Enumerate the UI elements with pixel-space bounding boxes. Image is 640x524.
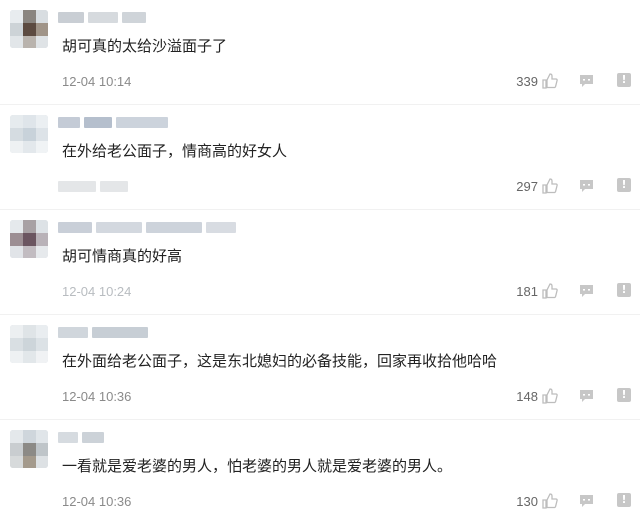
like-count: 148 (516, 389, 538, 404)
comment-item: 胡可真的太给沙溢面子了 12-04 10:14 339 ! (0, 0, 640, 104)
avatar[interactable] (10, 430, 48, 468)
comment-item: 胡可情商真的好高 12-04 10:24 181 ! (0, 210, 640, 314)
comment-text: 一看就是爱老婆的男人，怕老婆的男人就是爱老婆的男人。 (62, 457, 453, 475)
comment-time: 12-04 10:14 (62, 74, 132, 89)
report-icon[interactable]: ! (617, 73, 631, 87)
comment-item: 在外面给老公面子，这是东北媳妇的必备技能，回家再收拾他哈哈 12-04 10:3… (0, 315, 640, 419)
like-count: 297 (516, 179, 538, 194)
username-blurred[interactable] (58, 432, 104, 444)
username-blurred[interactable] (58, 117, 168, 129)
comment-item: 一看就是爱老婆的男人，怕老婆的男人就是爱老婆的男人。 12-04 10:36 1… (0, 420, 640, 524)
reply-icon[interactable] (579, 179, 594, 193)
comment-time-blurred (58, 181, 128, 192)
thumb-up-icon[interactable] (542, 283, 558, 299)
reply-icon[interactable] (579, 74, 594, 88)
avatar[interactable] (10, 10, 48, 48)
username-blurred[interactable] (58, 327, 148, 339)
thumb-up-icon[interactable] (542, 388, 558, 404)
reply-icon[interactable] (579, 284, 594, 298)
comment-text: 胡可情商真的好高 (62, 247, 183, 265)
thumb-up-icon[interactable] (542, 178, 558, 194)
thumb-up-icon[interactable] (542, 493, 558, 509)
reply-icon[interactable] (579, 389, 594, 403)
report-icon[interactable]: ! (617, 388, 631, 402)
like-count: 181 (516, 284, 538, 299)
like-count: 130 (516, 494, 538, 509)
username-blurred[interactable] (58, 222, 236, 234)
reply-icon[interactable] (579, 494, 594, 508)
report-icon[interactable]: ! (617, 178, 631, 192)
comment-time: 12-04 10:24 (62, 284, 132, 299)
comment-item: 在外给老公面子，情商高的好女人 297 ! (0, 105, 640, 209)
username-blurred[interactable] (58, 12, 146, 24)
comment-time: 12-04 10:36 (62, 494, 132, 509)
comment-text: 在外给老公面子，情商高的好女人 (62, 142, 288, 160)
thumb-up-icon[interactable] (542, 73, 558, 89)
comment-text: 在外面给老公面子，这是东北媳妇的必备技能，回家再收拾他哈哈 (62, 352, 498, 370)
report-icon[interactable]: ! (617, 283, 631, 297)
comment-time: 12-04 10:36 (62, 389, 132, 404)
avatar[interactable] (10, 220, 48, 258)
avatar[interactable] (10, 325, 48, 363)
report-icon[interactable]: ! (617, 493, 631, 507)
avatar[interactable] (10, 115, 48, 153)
comment-text: 胡可真的太给沙溢面子了 (62, 37, 228, 55)
like-count: 339 (516, 74, 538, 89)
